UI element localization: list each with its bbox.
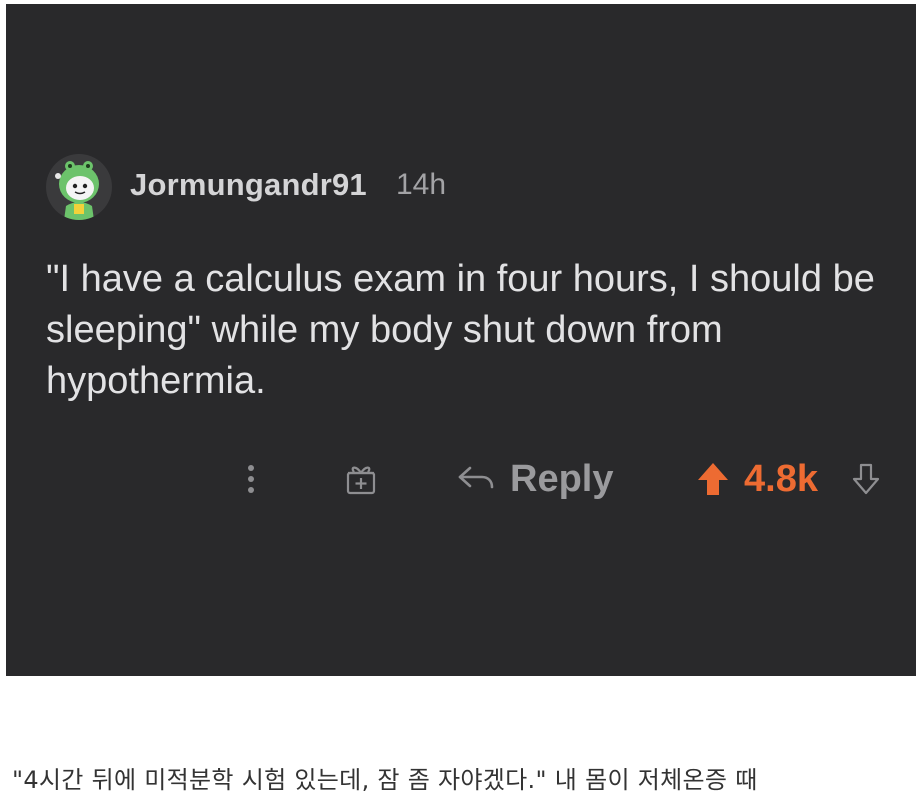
comment-card: Jormungandr91 14h "I have a calculus exa… <box>6 4 916 676</box>
comment-body: "I have a calculus exam in four hours, I… <box>46 258 875 402</box>
screenshot-root: Jormungandr91 14h "I have a calculus exa… <box>0 0 922 800</box>
vertical-ellipsis-icon <box>248 465 254 493</box>
award-button[interactable] <box>341 449 381 509</box>
downvote-button[interactable] <box>848 449 884 509</box>
gift-award-icon <box>346 466 376 495</box>
reply-button[interactable]: Reply <box>456 449 626 509</box>
reply-arrow-icon <box>458 466 494 489</box>
translation-caption: "4시간 뒤에 미적분학 시험 있는데, 잠 좀 자야겠다." 내 몸이 저체온… <box>12 766 758 794</box>
comment-timestamp: 14h <box>396 168 447 201</box>
vote-score: 4.8k <box>744 458 818 500</box>
snoo-dinosaur-avatar-icon <box>55 161 99 220</box>
upvote-arrow-icon <box>698 463 728 495</box>
comment-action-bar: Reply 4.8k <box>6 449 916 509</box>
user-avatar[interactable] <box>46 154 112 220</box>
more-options-button[interactable] <box>236 449 266 509</box>
upvote-button[interactable] <box>694 449 732 509</box>
comment-username[interactable]: Jormungandr91 <box>130 167 367 203</box>
downvote-arrow-icon <box>852 463 880 495</box>
reply-label: Reply <box>510 457 614 500</box>
